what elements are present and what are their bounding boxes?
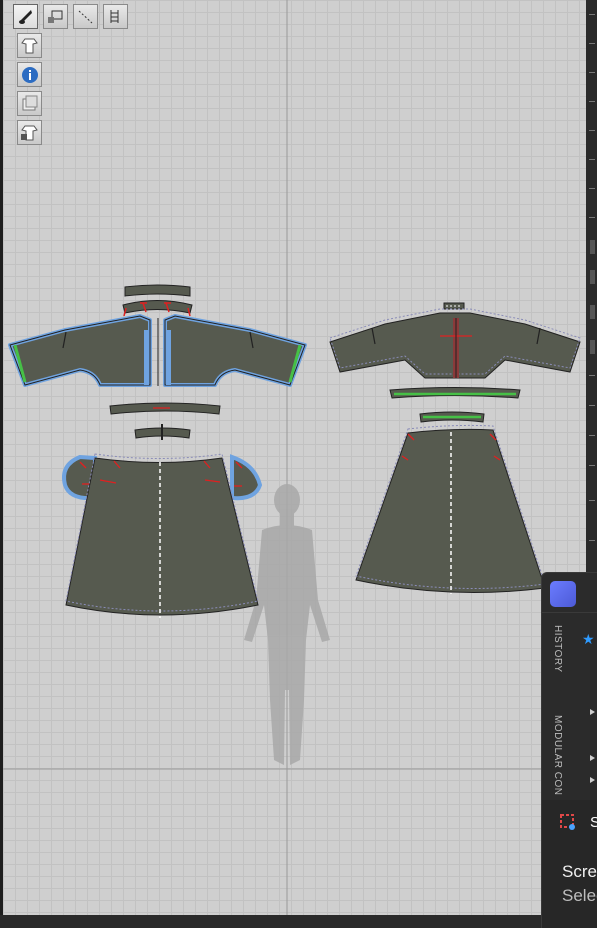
show-avatar-icon: [21, 38, 38, 54]
star-icon[interactable]: ★: [582, 631, 595, 648]
expand-arrow-icon[interactable]: [590, 709, 595, 715]
texture-button[interactable]: [17, 91, 42, 116]
screenshot-notification[interactable]: S Scre Selec: [541, 800, 597, 928]
front-skirt[interactable]: [65, 453, 259, 618]
front-bodice[interactable]: [8, 314, 307, 387]
notification-title: Scre: [562, 862, 597, 881]
lock-garment-button[interactable]: [17, 120, 42, 145]
lock-garment-icon: [21, 125, 38, 141]
back-skirt[interactable]: [355, 424, 546, 594]
info-icon: [22, 67, 38, 83]
expand-arrow-icon[interactable]: [590, 755, 595, 761]
pattern-board[interactable]: [3, 0, 586, 915]
tab-modular-configurator[interactable]: MODULAR CON: [552, 715, 563, 796]
notification-subtitle: Selec: [562, 886, 597, 905]
transform-pattern-icon: [48, 10, 63, 23]
edit-curvature-icon: [78, 10, 93, 24]
history-panel[interactable]: ★ HISTORY MODULAR CON: [541, 572, 597, 801]
app-logo-icon[interactable]: [550, 581, 576, 607]
front-waistband[interactable]: [109, 402, 221, 440]
pattern-2d-window[interactable]: [3, 0, 586, 915]
bottom-status-bar: [0, 915, 541, 928]
snipping-tool-icon: [560, 814, 575, 830]
edit-pattern-button[interactable]: [13, 4, 38, 29]
info-button[interactable]: [17, 62, 42, 87]
front-collar[interactable]: [122, 284, 193, 317]
back-collar[interactable]: [443, 302, 465, 310]
notification-app-name: S: [590, 814, 597, 831]
transform-pattern-button[interactable]: [43, 4, 68, 29]
tab-history[interactable]: HISTORY: [552, 625, 563, 673]
show-avatar-button[interactable]: [17, 33, 42, 58]
texture-icon: [22, 95, 38, 111]
expand-arrow-icon[interactable]: [590, 777, 595, 783]
sewing-button[interactable]: [103, 4, 128, 29]
back-waistband[interactable]: [389, 387, 521, 423]
edit-curvature-button[interactable]: [73, 4, 98, 29]
edit-pattern-icon: [19, 10, 32, 24]
sewing-icon: [110, 10, 119, 23]
back-bodice[interactable]: [329, 308, 581, 379]
